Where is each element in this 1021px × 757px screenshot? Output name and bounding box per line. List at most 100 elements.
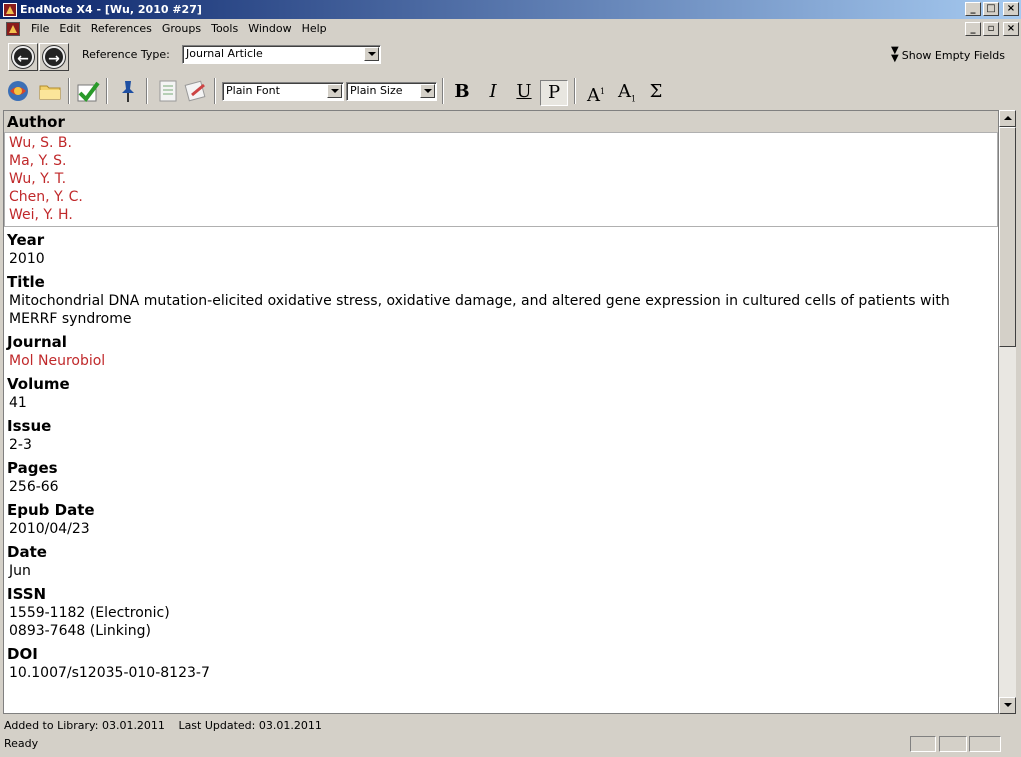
date-input[interactable]: Jun xyxy=(4,562,998,583)
title-bar: EndNote X4 - [Wu, 2010 #27] _ □ × xyxy=(0,0,1021,19)
pages-input[interactable]: 256-66 xyxy=(4,478,998,499)
volume-input[interactable]: 41 xyxy=(4,394,998,415)
scroll-up-button[interactable] xyxy=(999,110,1016,127)
toolbar-separator xyxy=(68,78,70,104)
reference-type-label: Reference Type: xyxy=(82,48,170,61)
subscript-label: A xyxy=(617,81,631,102)
field-journal: Journal Mol Neurobiol xyxy=(4,331,998,373)
show-empty-fields-button[interactable]: ▼ ▼ Show Empty Fields xyxy=(891,45,1005,64)
chevron-down-icon[interactable] xyxy=(420,84,435,98)
back-button[interactable]: ← xyxy=(8,43,38,71)
title-input[interactable]: Mitochondrial DNA mutation-elicited oxid… xyxy=(4,292,998,331)
endnote-app-icon[interactable] xyxy=(3,2,17,17)
bold-button[interactable]: B xyxy=(448,80,476,106)
vertical-scrollbar[interactable] xyxy=(999,110,1016,714)
author-entry: Chen, Y. C. xyxy=(9,189,83,205)
year-input[interactable]: 2010 xyxy=(4,250,998,271)
field-label: Issue xyxy=(7,417,52,435)
field-label: Volume xyxy=(7,375,70,393)
author-entry: Wu, S. B. xyxy=(9,135,72,151)
issn-entry: 1559-1182 (Electronic) xyxy=(9,605,170,621)
reference-type-select[interactable]: Journal Article xyxy=(182,45,381,64)
toolbar-separator xyxy=(574,78,576,104)
toolbar-separator xyxy=(106,78,108,104)
field-doi: DOI 10.1007/s12035-010-8123-7 xyxy=(4,643,998,685)
author-input[interactable]: Wu, S. B. Ma, Y. S. Wu, Y. T. Chen, Y. C… xyxy=(4,132,998,227)
status-bar: Ready xyxy=(0,736,1021,756)
scroll-down-button[interactable] xyxy=(999,697,1016,714)
menu-file[interactable]: File xyxy=(26,19,54,39)
reference-type-row: ← → Reference Type: Journal Article ▼ ▼ S… xyxy=(0,41,1021,73)
field-epub-date: Epub Date 2010/04/23 xyxy=(4,499,998,541)
field-label: DOI xyxy=(7,645,38,663)
issue-input[interactable]: 2-3 xyxy=(4,436,998,457)
doc-minimize-button[interactable]: _ xyxy=(965,22,981,36)
field-label: Pages xyxy=(7,459,58,477)
font-value: Plain Font xyxy=(226,84,280,97)
chevron-down-icon[interactable] xyxy=(327,84,342,98)
menu-groups[interactable]: Groups xyxy=(157,19,206,39)
toolbar-separator xyxy=(146,78,148,104)
font-select[interactable]: Plain Font xyxy=(222,82,344,101)
insert-picture-icon[interactable] xyxy=(184,79,208,103)
field-issn: ISSN 1559-1182 (Electronic) 0893-7648 (L… xyxy=(4,583,998,643)
reference-type-value: Journal Article xyxy=(186,47,263,60)
field-volume: Volume 41 xyxy=(4,373,998,415)
doi-input[interactable]: 10.1007/s12035-010-8123-7 xyxy=(4,664,998,685)
field-date: Date Jun xyxy=(4,541,998,583)
symbol-button[interactable]: Σ xyxy=(642,80,670,106)
arrow-right-icon: → xyxy=(43,46,65,68)
toolbar: Plain Font Plain Size B I U P A1 A1 Σ xyxy=(0,74,1021,108)
window-controls: _ □ × xyxy=(965,2,1019,16)
superscript-label: A xyxy=(586,85,600,106)
reference-editor: Author Wu, S. B. Ma, Y. S. Wu, Y. T. Che… xyxy=(3,110,999,714)
scrollbar-thumb[interactable] xyxy=(999,127,1016,347)
forward-button[interactable]: → xyxy=(39,43,69,71)
menu-references[interactable]: References xyxy=(86,19,157,39)
open-folder-icon[interactable] xyxy=(38,79,62,103)
subscript-button[interactable]: A1 xyxy=(613,80,641,106)
author-entry: Wu, Y. T. xyxy=(9,171,67,187)
size-select[interactable]: Plain Size xyxy=(346,82,437,101)
menu-tools[interactable]: Tools xyxy=(206,19,243,39)
superscript-button[interactable]: A1 xyxy=(582,80,610,106)
reference-info-bar: Added to Library: 03.01.2011 Last Update… xyxy=(0,716,1021,736)
issn-input[interactable]: 1559-1182 (Electronic) 0893-7648 (Linkin… xyxy=(4,604,998,643)
arrow-left-icon: ← xyxy=(12,46,34,68)
maximize-button[interactable]: □ xyxy=(983,2,999,16)
status-panel xyxy=(969,736,1001,752)
field-label: Author xyxy=(4,111,998,132)
menu-help[interactable]: Help xyxy=(297,19,332,39)
added-to-library: Added to Library: 03.01.2011 xyxy=(4,719,165,732)
window-title: EndNote X4 - [Wu, 2010 #27] xyxy=(20,3,202,16)
underline-button[interactable]: U xyxy=(510,80,538,106)
show-empty-fields-label: Show Empty Fields xyxy=(901,48,1005,62)
field-label: Journal xyxy=(7,333,67,351)
close-button[interactable]: × xyxy=(1003,2,1019,16)
doc-close-button[interactable]: × xyxy=(1003,22,1019,36)
doc-restore-button[interactable]: ▫ xyxy=(983,22,999,36)
toolbar-separator xyxy=(442,78,444,104)
last-updated: Last Updated: 03.01.2011 xyxy=(178,719,322,732)
chevron-down-icon[interactable] xyxy=(364,47,379,61)
field-label: Title xyxy=(7,273,45,291)
author-entry: Ma, Y. S. xyxy=(9,153,67,169)
pushpin-icon[interactable] xyxy=(116,79,140,103)
plain-button[interactable]: P xyxy=(540,80,568,106)
italic-button[interactable]: I xyxy=(479,80,507,106)
issn-entry: 0893-7648 (Linking) xyxy=(9,623,152,639)
show-list-icon[interactable] xyxy=(156,79,180,103)
minimize-button[interactable]: _ xyxy=(965,2,981,16)
journal-input[interactable]: Mol Neurobiol xyxy=(4,352,998,373)
author-entry: Wei, Y. H. xyxy=(9,207,73,223)
size-value: Plain Size xyxy=(350,84,403,97)
epub-date-input[interactable]: 2010/04/23 xyxy=(4,520,998,541)
double-chevron-down-icon: ▼ ▼ xyxy=(891,45,899,64)
menu-edit[interactable]: Edit xyxy=(54,19,85,39)
menu-window[interactable]: Window xyxy=(243,19,296,39)
menu-bar: File Edit References Groups Tools Window… xyxy=(0,19,1021,39)
online-search-icon[interactable] xyxy=(6,79,30,103)
spell-check-icon[interactable] xyxy=(76,79,100,103)
field-label: Year xyxy=(7,231,45,249)
document-icon[interactable] xyxy=(6,22,20,36)
